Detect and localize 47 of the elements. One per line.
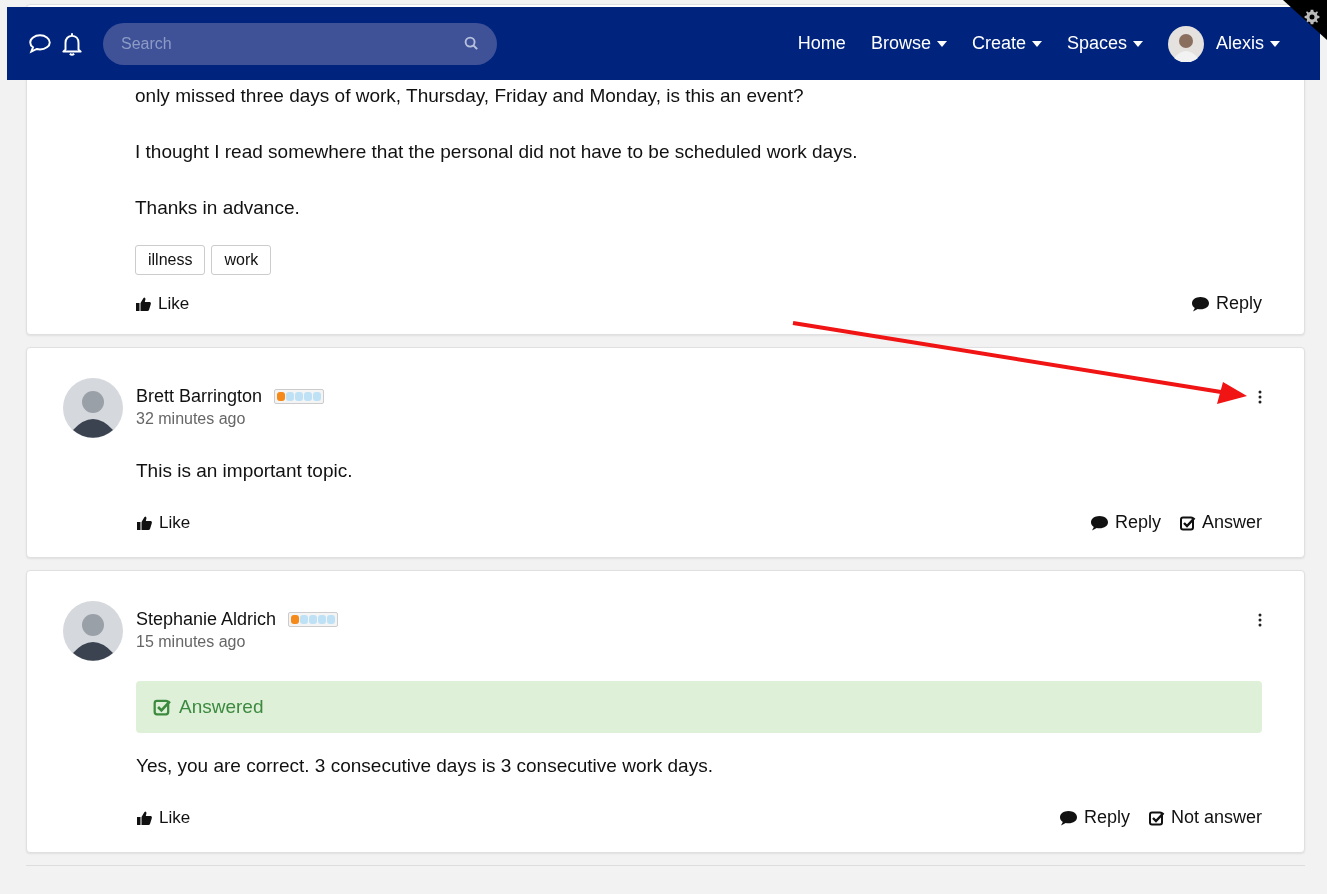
search-field[interactable]: Search (103, 22, 497, 65)
action-link[interactable]: Like (135, 293, 190, 314)
post-text: only missed three days of work, Thursday, Friday and Monday, is this an event? (135, 84, 805, 108)
author-name[interactable]: Stephanie Aldrich (136, 609, 277, 630)
post-text: Yes, you are correct. 3 consecutive days is 3 consecutive work days. (136, 754, 714, 778)
post-text: Thanks in advance. (135, 196, 301, 220)
answered-label: Answered (179, 696, 264, 718)
post-text: This is an important topic. (136, 459, 354, 483)
thumbs-up-icon (136, 809, 153, 826)
action-link[interactable]: Like (136, 807, 191, 828)
more-options-icon[interactable] (1258, 613, 1262, 627)
checkbox-icon (1147, 809, 1165, 826)
caret-icon (1133, 39, 1143, 48)
thumbs-up-icon (136, 514, 153, 531)
avatar-icon (1168, 25, 1204, 62)
action-link[interactable]: Like (136, 512, 191, 533)
author-name[interactable]: Brett Barrington (136, 386, 263, 407)
caret-icon (1270, 39, 1280, 48)
action-link[interactable]: Reply (1089, 512, 1161, 533)
post-time: 15 minutes ago (136, 633, 247, 651)
avatar-icon (63, 378, 123, 438)
checkbox-icon (153, 698, 171, 716)
speech-bubble-icon (1089, 514, 1109, 531)
action-link[interactable]: Not answer (1147, 807, 1262, 828)
user-menu[interactable]: Alexis (1168, 25, 1280, 62)
post-text: I thought I read somewhere that the personal did not have to be scheduled work days. (135, 140, 859, 164)
nav-menu-item[interactable]: Home (797, 33, 846, 54)
action-link[interactable]: Answer (1178, 512, 1262, 533)
bell-icon[interactable] (59, 30, 85, 57)
nav-menu-item[interactable]: Create (971, 33, 1042, 54)
tag[interactable]: illness (135, 245, 206, 275)
speech-bubble-icon (1058, 809, 1078, 826)
action-link[interactable]: Reply (1190, 293, 1262, 314)
settings-icon (1304, 9, 1320, 25)
caret-icon (1031, 39, 1042, 48)
more-options-icon[interactable] (1258, 390, 1262, 404)
nav-menu-item[interactable]: Spaces (1066, 33, 1143, 54)
speech-bubble-icon (1190, 295, 1210, 312)
checkbox-icon (1178, 514, 1196, 531)
nav-menu-item[interactable]: Browse (870, 33, 947, 54)
search-icon (464, 35, 479, 51)
tag[interactable]: work (211, 245, 272, 275)
action-link[interactable]: Reply (1058, 807, 1130, 828)
thumbs-up-icon (135, 295, 152, 312)
caret-icon (936, 39, 947, 48)
post-time: 32 minutes ago (136, 410, 247, 428)
avatar-icon (63, 601, 123, 661)
